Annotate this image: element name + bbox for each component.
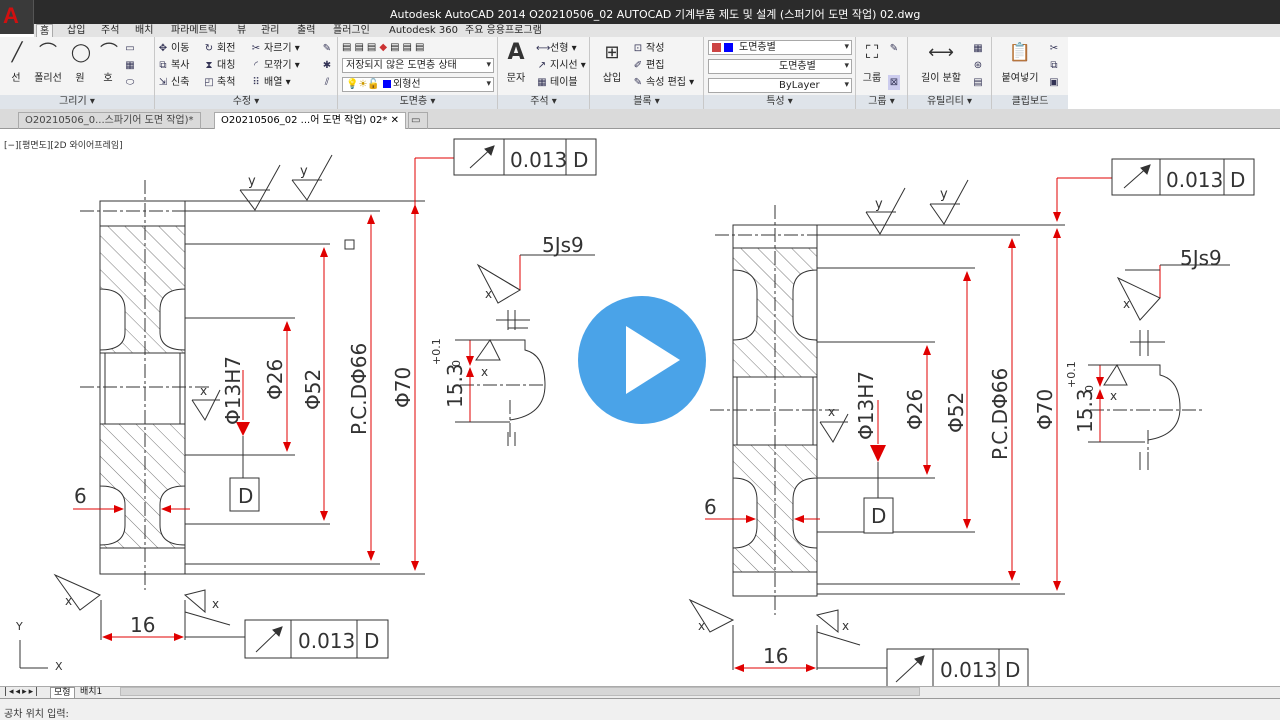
video-play-button[interactable] [570, 288, 714, 432]
surface-mark-2-right: y [940, 187, 948, 202]
application-menu-button[interactable]: A [0, 0, 34, 34]
play-button-circle [578, 296, 706, 424]
surface-mark-1-right: y [875, 197, 883, 212]
play-icon [626, 326, 680, 394]
pcd-dim-left: P.C.DΦ66 [347, 343, 371, 435]
surface-mark-2-left: y [300, 164, 308, 179]
tolerance-value-top-right: 0.013 [1166, 168, 1223, 192]
hub-dia-right: Φ26 [903, 389, 927, 430]
horizontal-scrollbar[interactable] [120, 687, 920, 696]
key-tol-upper-left: +0.1 [430, 338, 443, 365]
surface-mark-3-left: x [200, 384, 207, 398]
surface-mark-7-left: x [481, 365, 488, 379]
groove-dim-left: 6 [74, 484, 87, 508]
groove-dim-right: 6 [704, 495, 717, 519]
datum-ref-bottom-right: D [1005, 658, 1020, 682]
ucs-y-label: Y [15, 620, 23, 633]
tab-layout1[interactable]: 배치1 [80, 687, 102, 698]
datum-box-left: D [238, 484, 253, 508]
datum-ref-bottom-left: D [364, 629, 379, 653]
root-dia-left: Φ52 [301, 369, 325, 410]
key-depth-right: 15.3 [1073, 388, 1097, 433]
gear-section-right [710, 205, 840, 615]
ucs-x-label: X [55, 660, 63, 673]
surface-mark-4-right: x [698, 619, 705, 633]
dim-text-right: 0.013 D 0.013 D D 5Js9 6 16 Φ70 P.C.DΦ66… [698, 168, 1245, 682]
key-tol-lower-left: 0 [450, 360, 463, 367]
bore-dia-left: Φ13H7 [221, 356, 245, 425]
bore-dia-right: Φ13H7 [854, 371, 878, 440]
keyway-dim-left: 5Js9 [542, 233, 584, 257]
tolerance-value-top-left: 0.013 [510, 148, 567, 172]
surface-mark-4-left: x [65, 594, 72, 608]
gear-section-left [80, 180, 210, 590]
width-dim-left: 16 [130, 613, 155, 637]
width-dim-right: 16 [763, 644, 788, 668]
surface-mark-7-right: x [1110, 389, 1117, 403]
key-depth-left: 15.3 [443, 363, 467, 408]
hub-dia-left: Φ26 [263, 359, 287, 400]
outside-dia-left: Φ70 [391, 367, 415, 408]
tolerance-value-bottom-left: 0.013 [298, 629, 355, 653]
surface-mark-6-left: x [485, 287, 492, 301]
tab-nav-arrows-icon[interactable]: |◂◂▸▸| [4, 687, 40, 698]
pcd-dim-right: P.C.DΦ66 [988, 368, 1012, 460]
tolerance-value-bottom-right: 0.013 [940, 658, 997, 682]
surface-mark-5-left: x [212, 597, 219, 611]
key-tol-lower-right: 0 [1083, 385, 1096, 392]
root-dia-right: Φ52 [944, 392, 968, 433]
keyway-dim-right: 5Js9 [1180, 246, 1222, 270]
autocad-logo-icon: A [3, 3, 19, 28]
datum-ref-top-left: D [573, 148, 588, 172]
datum-ref-top-right: D [1230, 168, 1245, 192]
surface-mark-3-right: x [828, 405, 835, 419]
surface-mark-6-right: x [1123, 297, 1130, 311]
surface-mark-1-left: y [248, 174, 256, 189]
surface-mark-5-right: x [842, 619, 849, 633]
outside-dia-right: Φ70 [1033, 389, 1057, 430]
datum-box-right: D [871, 504, 886, 528]
command-prompt: 공차 위치 입력: [4, 709, 69, 720]
command-line[interactable]: 공차 위치 입력: [0, 698, 1280, 720]
key-tol-upper-right: +0.1 [1065, 361, 1078, 388]
